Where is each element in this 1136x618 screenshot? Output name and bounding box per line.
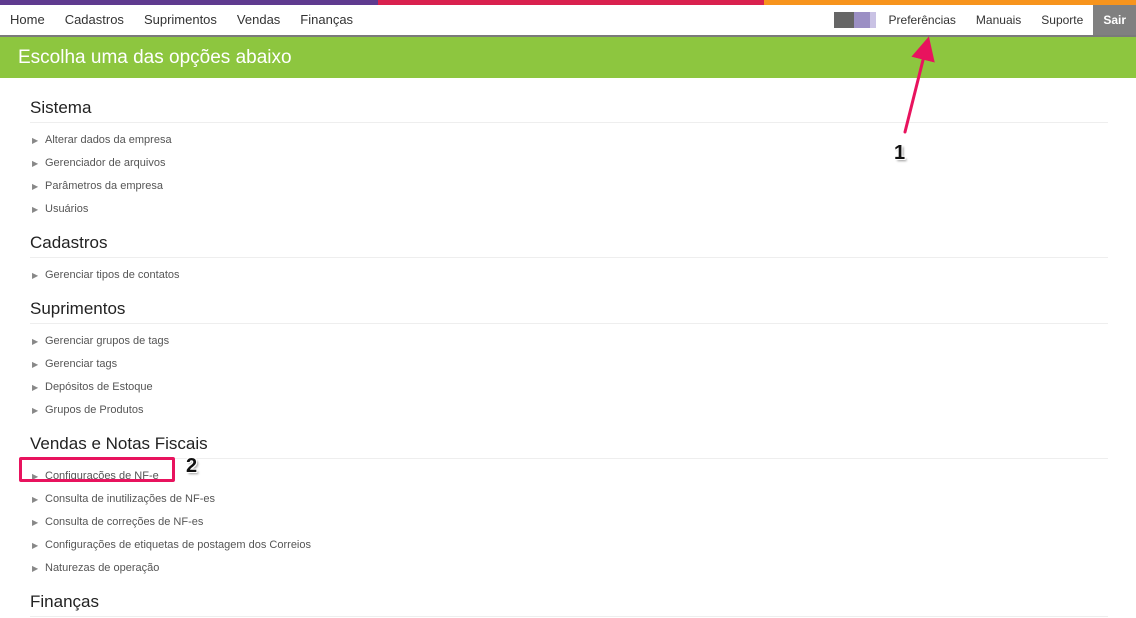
section-financas: Finanças <box>30 590 1108 617</box>
swatch-dark <box>833 12 854 28</box>
link-label: Consulta de correções de NF-es <box>45 516 204 528</box>
triangle-right-icon: ▶ <box>32 383 39 392</box>
triangle-right-icon: ▶ <box>32 136 39 145</box>
link-usuarios[interactable]: ▶ Usuários <box>30 198 1108 221</box>
link-label: Gerenciar tags <box>45 358 118 370</box>
triangle-right-icon: ▶ <box>32 271 39 280</box>
link-naturezas-operacao[interactable]: ▶ Naturezas de operação <box>30 557 1108 580</box>
link-parametros-empresa[interactable]: ▶ Parâmetros da empresa <box>30 175 1108 198</box>
link-etiquetas-correios[interactable]: ▶ Configurações de etiquetas de postagem … <box>30 534 1108 557</box>
swatch-light <box>869 12 876 28</box>
link-label: Naturezas de operação <box>45 562 160 574</box>
link-label: Gerenciador de arquivos <box>45 157 166 169</box>
section-title: Finanças <box>30 590 1108 617</box>
link-label: Configurações de etiquetas de postagem d… <box>45 539 311 551</box>
annotation-step-2: 2 <box>186 455 198 477</box>
nav-preferencias[interactable]: Preferências <box>879 5 966 35</box>
annotation-highlight-box <box>19 457 175 482</box>
page-title: Escolha uma das opções abaixo <box>18 47 292 68</box>
link-label: Usuários <box>45 203 89 215</box>
link-tipos-contatos[interactable]: ▶ Gerenciar tipos de contatos <box>30 264 1108 287</box>
triangle-right-icon: ▶ <box>32 337 39 346</box>
link-label: Depósitos de Estoque <box>45 381 153 393</box>
user-menu: Preferências Manuais Suporte Sair <box>833 5 1136 35</box>
triangle-right-icon: ▶ <box>32 182 39 191</box>
link-grupos-tags[interactable]: ▶ Gerenciar grupos de tags <box>30 330 1108 353</box>
section-title: Suprimentos <box>30 297 1108 324</box>
link-grupos-produtos[interactable]: ▶ Grupos de Produtos <box>30 399 1108 422</box>
section-suprimentos: Suprimentos ▶ Gerenciar grupos de tags ▶ G… <box>30 297 1108 422</box>
theme-color-swatch[interactable] <box>833 12 876 28</box>
swatch-lilac <box>853 12 870 28</box>
link-label: Consulta de inutilizações de NF-es <box>45 493 215 505</box>
logout-button[interactable]: Sair <box>1093 5 1136 35</box>
nav-manuais[interactable]: Manuais <box>966 5 1031 35</box>
link-label: Gerenciar tipos de contatos <box>45 269 180 281</box>
triangle-right-icon: ▶ <box>32 205 39 214</box>
nav-financas[interactable]: Finanças <box>290 5 363 35</box>
triangle-right-icon: ▶ <box>32 541 39 550</box>
triangle-right-icon: ▶ <box>32 518 39 527</box>
triangle-right-icon: ▶ <box>32 406 39 415</box>
nav-cadastros[interactable]: Cadastros <box>55 5 134 35</box>
link-correcoes-nfe[interactable]: ▶ Consulta de correções de NF-es <box>30 511 1108 534</box>
page-banner: Escolha uma das opções abaixo <box>0 37 1136 78</box>
annotation-step-1: 1 <box>894 142 906 164</box>
link-label: Gerenciar grupos de tags <box>45 335 170 347</box>
nav-vendas[interactable]: Vendas <box>227 5 290 35</box>
options-list: Sistema ▶ Alterar dados da empresa ▶ Geren… <box>30 96 1108 617</box>
triangle-right-icon: ▶ <box>32 360 39 369</box>
triangle-right-icon: ▶ <box>32 564 39 573</box>
link-label: Grupos de Produtos <box>45 404 144 416</box>
nav-home[interactable]: Home <box>0 5 55 35</box>
top-navbar: Home Cadastros Suprimentos Vendas Finanç… <box>0 5 1136 37</box>
nav-suporte[interactable]: Suporte <box>1031 5 1093 35</box>
triangle-right-icon: ▶ <box>32 495 39 504</box>
link-label: Alterar dados da empresa <box>45 134 172 146</box>
link-gerenciador-arquivos[interactable]: ▶ Gerenciador de arquivos <box>30 152 1108 175</box>
section-cadastros: Cadastros ▶ Gerenciar tipos de contatos <box>30 231 1108 287</box>
link-inutilizacoes-nfe[interactable]: ▶ Consulta de inutilizações de NF-es <box>30 488 1108 511</box>
link-tags[interactable]: ▶ Gerenciar tags <box>30 353 1108 376</box>
annotation-arrow-icon <box>903 36 935 134</box>
main-menu: Home Cadastros Suprimentos Vendas Finanç… <box>0 5 363 35</box>
link-label: Parâmetros da empresa <box>45 180 163 192</box>
nav-suprimentos[interactable]: Suprimentos <box>134 5 227 35</box>
link-depositos-estoque[interactable]: ▶ Depósitos de Estoque <box>30 376 1108 399</box>
triangle-right-icon: ▶ <box>32 159 39 168</box>
section-title: Cadastros <box>30 231 1108 258</box>
